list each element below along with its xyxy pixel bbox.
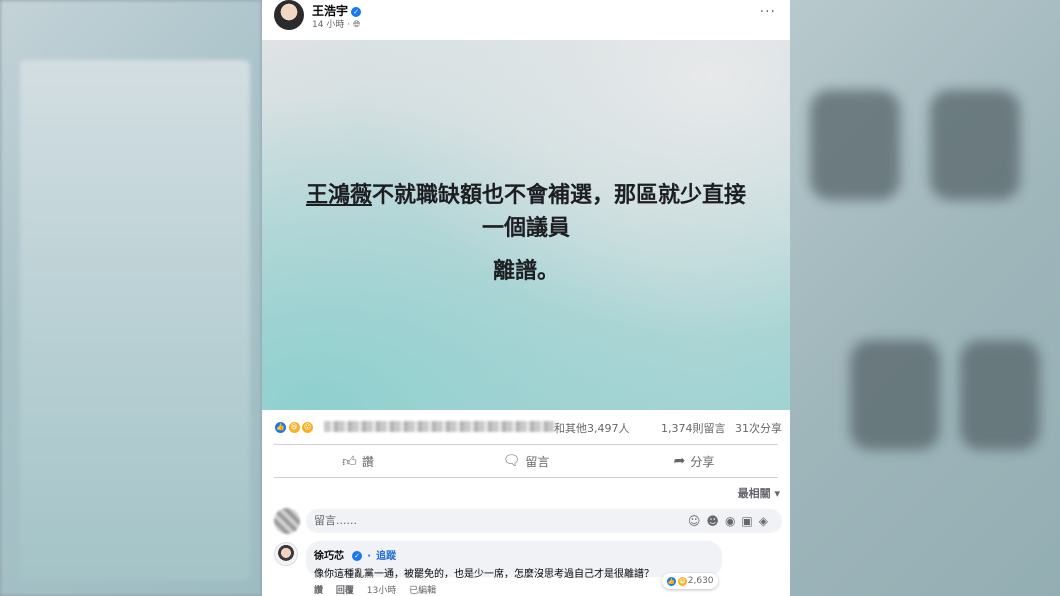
caret-down-icon: ▾ (774, 487, 780, 500)
sticker-icon[interactable]: ◈ (759, 514, 774, 528)
like-button[interactable]: 👍︎ 讚 (274, 449, 442, 473)
more-options-button[interactable]: ··· (760, 4, 776, 20)
divider (274, 477, 778, 478)
thumbs-up-icon: 👍︎ (342, 453, 357, 470)
reactions-summary: 👍 😆 😮 和其他3,497人 1,374則留言 31次分享 (274, 417, 782, 437)
commenter-name[interactable]: 徐巧芯 (314, 551, 344, 562)
like-reaction-icon: 👍 (274, 421, 287, 434)
engagement-counts: 1,374則留言 31次分享 (655, 420, 782, 436)
post-header: 王浩宇 ✓ 14 小時 · 🌐︎ ··· (262, 0, 790, 40)
comment-edited: 已編輯 (409, 586, 437, 596)
blurred-background-left (0, 0, 262, 596)
author-avatar[interactable] (274, 0, 304, 30)
comment-button[interactable]: 🗨︎ 留言 (442, 449, 610, 473)
shares-count[interactable]: 31次分享 (735, 422, 782, 435)
divider (274, 444, 778, 445)
share-button[interactable]: ➦ 分享 (610, 449, 778, 473)
globe-icon: 🌐︎ (352, 20, 361, 30)
share-label: 分享 (690, 454, 715, 469)
verified-badge-icon: ✓ (352, 551, 363, 561)
speech-bubble-icon: 🗨︎ (502, 453, 521, 469)
comment-placeholder: 留言...... (314, 514, 357, 527)
wow-reaction-icon: 😮 (301, 421, 314, 434)
haha-reaction-icon: 😆 (676, 576, 688, 587)
blurred-reactor-names (324, 421, 554, 432)
post-time[interactable]: 14 小時 (312, 20, 344, 30)
comment-input[interactable]: 留言...... ☺☻◉▣◈ (306, 509, 782, 533)
share-arrow-icon: ➦ (673, 453, 686, 469)
comment-reactions[interactable]: 👍 😆 2,630 (662, 573, 718, 589)
comment-like-button[interactable]: 讚 (314, 586, 323, 596)
haha-reaction-icon: 😆 (287, 421, 301, 434)
comment-actions: 讚 回覆 13小時 已編輯 (314, 583, 446, 596)
reaction-icons[interactable]: 👍 😆 😮 (274, 419, 314, 434)
comment-time[interactable]: 13小時 (367, 586, 396, 596)
comment-text: 像你這種亂黨一通，被罷免的，也是少一席，怎麼沒思考過自己才是很離譜？ (314, 569, 654, 580)
image-text-line1: 王鴻薇不就職缺額也不會補選，那區就少直接 (262, 177, 790, 209)
post-meta: 14 小時 · 🌐︎ (312, 17, 360, 30)
comment-bubble: 徐巧芯 ✓ · 追蹤 像你這種亂黨一通，被罷免的，也是少一席，怎麼沒思考過自己才… (306, 541, 722, 580)
commenter-avatar[interactable] (274, 542, 298, 566)
facebook-post: 王浩宇 ✓ 14 小時 · 🌐︎ ··· 王鴻薇不就職缺額也不會補選，那區就少直接… (262, 0, 790, 596)
author-name[interactable]: 王浩宇 (312, 4, 348, 18)
dot-separator: · (347, 20, 351, 30)
sort-label: 最相關 (737, 487, 771, 500)
post-image[interactable]: 王鴻薇不就職缺額也不會補選，那區就少直接 一個議員 離譜。 (262, 40, 790, 410)
comment-reaction-count: 2,630 (687, 576, 714, 586)
viewer-avatar (274, 508, 300, 534)
comment-reply-button[interactable]: 回覆 (336, 586, 354, 596)
image-text-line2: 一個議員 (481, 216, 570, 241)
follow-button[interactable]: 追蹤 (376, 551, 396, 562)
blurred-background-right (790, 0, 1060, 596)
image-text-name: 王鴻薇 (305, 183, 372, 208)
comment-input-icons: ☺☻◉▣◈ (688, 509, 774, 533)
image-text-line1-rest: 不就職缺額也不會補選，那區就少直接 (372, 183, 747, 208)
reactions-others[interactable]: 和其他3,497人 (554, 420, 630, 436)
like-reaction-icon: 👍 (666, 576, 677, 587)
like-label: 讚 (361, 454, 374, 469)
emoji-icon[interactable]: ☻ (706, 514, 725, 528)
camera-icon[interactable]: ◉ (725, 514, 741, 528)
comment-sort-dropdown[interactable]: 最相關 ▾ (738, 485, 780, 501)
comments-count[interactable]: 1,374則留言 (661, 422, 726, 435)
dot-separator: · (367, 551, 371, 562)
gif-icon[interactable]: ▣ (741, 514, 758, 528)
image-text-line3: 離譜。 (492, 259, 559, 284)
verified-badge-icon: ✓ (351, 7, 362, 17)
avatar-sticker-icon[interactable]: ☺ (688, 514, 707, 528)
post-actions: 👍︎ 讚 🗨︎ 留言 ➦ 分享 (274, 449, 778, 473)
comment-label: 留言 (525, 454, 550, 469)
